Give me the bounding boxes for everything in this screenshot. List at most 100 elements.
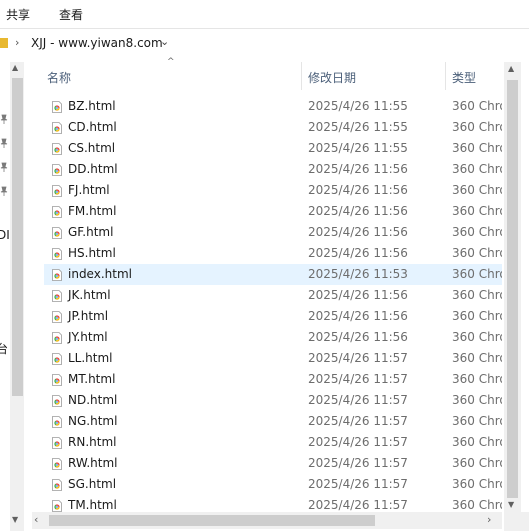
file-row[interactable]: BZ.html 2025/4/26 11:55 360 Chrome — [44, 96, 502, 117]
chrome-file-icon — [52, 458, 62, 470]
chrome-file-icon — [52, 395, 62, 407]
chrome-file-icon — [52, 311, 62, 323]
chrome-file-icon — [52, 206, 62, 218]
file-name[interactable]: RW.html — [68, 456, 118, 470]
file-row[interactable]: DD.html 2025/4/26 11:56 360 Chrome — [44, 159, 502, 180]
file-name[interactable]: FJ.html — [68, 183, 110, 197]
file-type: 360 Chrome — [452, 99, 502, 113]
chrome-file-icon — [52, 479, 62, 491]
chrome-file-icon — [52, 143, 62, 155]
chrome-file-icon — [52, 500, 62, 512]
file-name[interactable]: DD.html — [68, 162, 118, 176]
file-name[interactable]: LL.html — [68, 351, 113, 365]
file-name[interactable]: MT.html — [68, 372, 115, 386]
breadcrumb-dropdown-icon[interactable]: ⌄ — [160, 35, 169, 48]
chrome-file-icon — [52, 101, 62, 113]
scroll-up-icon[interactable]: ▲ — [508, 64, 514, 73]
breadcrumb[interactable]: XJJ - www.yiwan8.com — [31, 36, 163, 50]
file-row[interactable]: CS.html 2025/4/26 11:55 360 Chrome — [44, 138, 502, 159]
file-name[interactable]: CS.html — [68, 141, 115, 155]
pin-icon[interactable] — [0, 114, 8, 124]
scroll-right-icon[interactable]: › — [487, 513, 491, 526]
file-row[interactable]: FJ.html 2025/4/26 11:56 360 Chrome — [44, 180, 502, 201]
chrome-file-icon — [52, 164, 62, 176]
column-header-date[interactable]: 修改日期 — [308, 69, 356, 86]
sort-ascending-icon: ^ — [167, 57, 175, 67]
file-modified-date: 2025/4/26 11:55 — [308, 141, 408, 155]
file-type: 360 Chrome — [452, 204, 502, 218]
chrome-file-icon — [52, 227, 62, 239]
file-row[interactable]: HS.html 2025/4/26 11:56 360 Chrome — [44, 243, 502, 264]
file-name[interactable]: TM.html — [68, 498, 117, 512]
file-row[interactable]: RN.html 2025/4/26 11:57 360 Chrome — [44, 432, 502, 453]
nav-item-label[interactable]: DI — [0, 228, 10, 242]
nav-scroll-up-icon[interactable]: ▲ — [12, 63, 18, 72]
pin-icon[interactable] — [0, 186, 8, 196]
file-name[interactable]: GF.html — [68, 225, 113, 239]
file-row[interactable]: index.html 2025/4/26 11:53 360 Chrome — [44, 264, 502, 285]
file-name[interactable]: JY.html — [68, 330, 108, 344]
column-divider[interactable] — [445, 62, 446, 90]
file-modified-date: 2025/4/26 11:56 — [308, 246, 408, 260]
horizontal-scrollbar-thumb[interactable] — [49, 515, 375, 526]
nav-scrollbar-thumb[interactable] — [12, 78, 23, 396]
file-type: 360 Chrome — [452, 141, 502, 155]
file-row[interactable]: JK.html 2025/4/26 11:56 360 Chrome — [44, 285, 502, 306]
file-name[interactable]: JK.html — [68, 288, 111, 302]
file-name[interactable]: ND.html — [68, 393, 117, 407]
scroll-down-icon[interactable]: ▼ — [508, 500, 514, 509]
file-row[interactable]: CD.html 2025/4/26 11:55 360 Chrome — [44, 117, 502, 138]
file-row[interactable]: FM.html 2025/4/26 11:56 360 Chrome — [44, 201, 502, 222]
file-row[interactable]: ND.html 2025/4/26 11:57 360 Chrome — [44, 390, 502, 411]
file-row[interactable]: TM.html 2025/4/26 11:57 360 Chrome — [44, 495, 502, 512]
chrome-file-icon — [52, 290, 62, 302]
tab-view[interactable]: 查看 — [59, 6, 83, 23]
tab-share[interactable]: 共享 — [6, 6, 30, 23]
file-modified-date: 2025/4/26 11:56 — [308, 309, 408, 323]
file-type: 360 Chrome — [452, 330, 502, 344]
file-name[interactable]: FM.html — [68, 204, 116, 218]
breadcrumb-separator[interactable]: › — [15, 36, 19, 49]
chrome-file-icon — [52, 248, 62, 260]
file-row[interactable]: RW.html 2025/4/26 11:57 360 Chrome — [44, 453, 502, 474]
file-row[interactable]: JY.html 2025/4/26 11:56 360 Chrome — [44, 327, 502, 348]
file-modified-date: 2025/4/26 11:57 — [308, 498, 408, 512]
file-name[interactable]: index.html — [68, 267, 132, 281]
file-name[interactable]: JP.html — [68, 309, 108, 323]
file-name[interactable]: RN.html — [68, 435, 116, 449]
folder-icon — [0, 38, 8, 48]
file-modified-date: 2025/4/26 11:56 — [308, 330, 408, 344]
file-row[interactable]: SG.html 2025/4/26 11:57 360 Chrome — [44, 474, 502, 495]
file-name[interactable]: CD.html — [68, 120, 117, 134]
file-row[interactable]: GF.html 2025/4/26 11:56 360 Chrome — [44, 222, 502, 243]
file-list: BZ.html 2025/4/26 11:55 360 Chrome CD.html 2… — [44, 96, 502, 512]
file-row[interactable]: MT.html 2025/4/26 11:57 360 Chrome — [44, 369, 502, 390]
scroll-left-icon[interactable]: ‹ — [34, 513, 38, 526]
file-type: 360 Chrome — [452, 351, 502, 365]
column-divider[interactable] — [301, 62, 302, 90]
nav-scroll-down-icon[interactable]: ▼ — [12, 515, 18, 524]
file-type: 360 Chrome — [452, 372, 502, 386]
file-name[interactable]: BZ.html — [68, 99, 116, 113]
column-header-name[interactable]: 名称 — [47, 69, 71, 86]
file-type: 360 Chrome — [452, 225, 502, 239]
file-name[interactable]: SG.html — [68, 477, 116, 491]
nav-item-label[interactable]: 台 — [0, 340, 8, 357]
file-row[interactable]: NG.html 2025/4/26 11:57 360 Chrome — [44, 411, 502, 432]
file-name[interactable]: NG.html — [68, 414, 117, 428]
file-modified-date: 2025/4/26 11:56 — [308, 162, 408, 176]
vertical-scrollbar-thumb[interactable] — [507, 80, 518, 498]
chrome-file-icon — [52, 332, 62, 344]
column-header-type[interactable]: 类型 — [452, 69, 476, 86]
file-name[interactable]: HS.html — [68, 246, 116, 260]
chrome-file-icon — [52, 269, 62, 281]
file-modified-date: 2025/4/26 11:56 — [308, 225, 408, 239]
pin-icon[interactable] — [0, 162, 8, 172]
chrome-file-icon — [52, 374, 62, 386]
pin-icon[interactable] — [0, 138, 8, 148]
file-row[interactable]: LL.html 2025/4/26 11:57 360 Chrome — [44, 348, 502, 369]
file-row[interactable]: JP.html 2025/4/26 11:56 360 Chrome — [44, 306, 502, 327]
file-modified-date: 2025/4/26 11:57 — [308, 456, 408, 470]
file-type: 360 Chrome — [452, 288, 502, 302]
address-bar[interactable]: › XJJ - www.yiwan8.com ⌄ — [0, 34, 529, 54]
